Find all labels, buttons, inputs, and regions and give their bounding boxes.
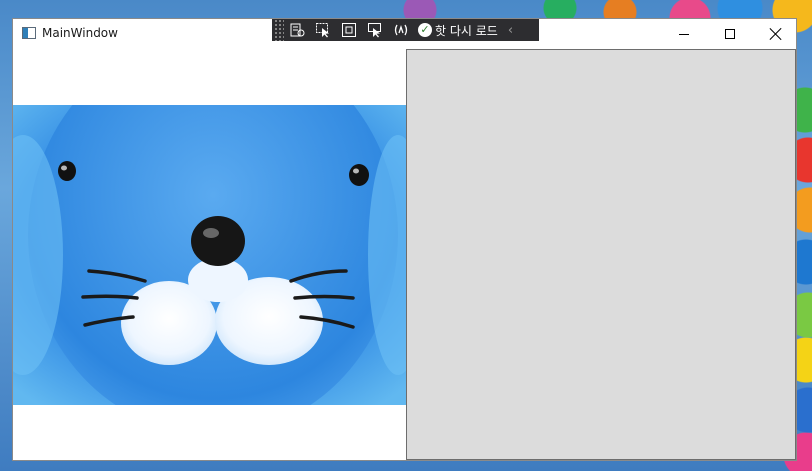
hot-reload-label: 핫 다시 로드 [435,23,498,38]
close-icon [770,28,782,40]
title-bar[interactable]: MainWindow ✓ 핫 다시 로드 ‹ [13,19,796,49]
close-button[interactable] [753,19,799,49]
main-window: MainWindow ✓ 핫 다시 로드 ‹ [12,18,797,461]
app-window-icon [22,27,36,39]
toolbar-grip[interactable] [274,19,284,41]
blue-seal-image [13,105,406,405]
binding-failures-icon[interactable] [388,19,414,41]
select-element-icon[interactable] [310,19,336,41]
image-pane [13,105,406,405]
live-visual-tree-icon[interactable] [284,19,310,41]
minimize-button[interactable] [661,19,707,49]
hot-reload-success-icon: ✓ [418,23,432,37]
minimize-icon [679,33,689,35]
xaml-dev-toolbar: ✓ 핫 다시 로드 ‹ [272,19,539,41]
maximize-button[interactable] [707,19,753,49]
collapse-toolbar-chevron-icon[interactable]: ‹ [504,23,513,38]
right-panel [406,49,796,460]
window-title: MainWindow [42,26,118,40]
track-focus-icon[interactable] [362,19,388,41]
display-layout-adorners-icon[interactable] [336,19,362,41]
hot-reload-button[interactable]: ✓ 핫 다시 로드 [414,22,504,39]
maximize-icon [725,29,735,39]
